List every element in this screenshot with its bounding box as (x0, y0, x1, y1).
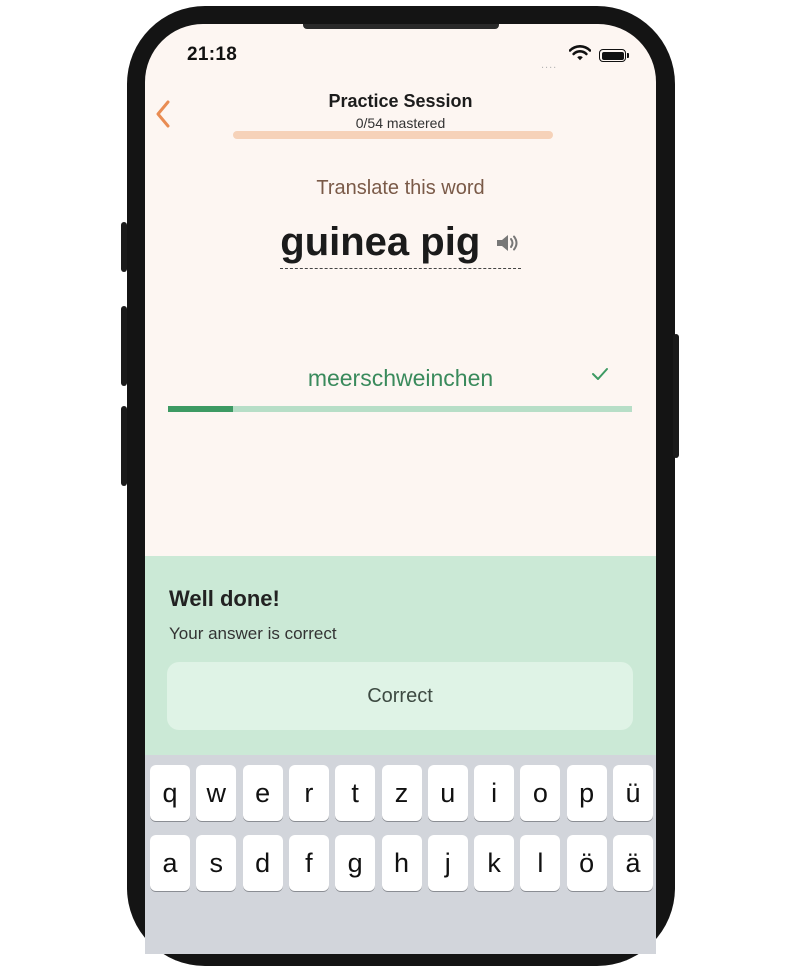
key-ö[interactable]: ö (566, 835, 607, 891)
key-f[interactable]: f (288, 835, 329, 891)
key-w[interactable]: w (196, 765, 237, 821)
power-button (673, 334, 679, 458)
mastered-count: 0/54 mastered (355, 115, 446, 131)
volume-down-button (121, 406, 127, 486)
key-j[interactable]: j (427, 835, 468, 891)
key-z[interactable]: z (381, 765, 422, 821)
answer-progress-fill (168, 406, 233, 412)
feedback-panel: Well done! Your answer is correct Correc… (145, 556, 656, 776)
target-word: guinea pig (280, 220, 481, 264)
key-d[interactable]: d (242, 835, 283, 891)
key-ü[interactable]: ü (613, 765, 653, 821)
speaker-icon[interactable] (495, 232, 521, 254)
key-p[interactable]: p (566, 765, 607, 821)
instruction-label: Translate this word (316, 177, 485, 199)
feedback-message: Your answer is correct (169, 624, 337, 643)
checkmark-icon (592, 368, 608, 380)
key-q[interactable]: q (150, 765, 190, 821)
key-g[interactable]: g (335, 835, 376, 891)
signal-icon: .... (541, 59, 558, 71)
session-progress-bar (233, 131, 553, 139)
key-ä[interactable]: ä (613, 835, 653, 891)
volume-up-button (121, 306, 127, 386)
word-underline[interactable]: guinea pig (280, 216, 521, 270)
key-t[interactable]: t (335, 765, 376, 821)
page-title: Practice Session (328, 91, 473, 111)
wifi-icon (569, 45, 591, 61)
notch (303, 24, 499, 29)
key-l[interactable]: l (520, 835, 561, 891)
key-e[interactable]: e (242, 765, 283, 821)
key-h[interactable]: h (381, 835, 422, 891)
word-container: guinea pig (145, 216, 656, 270)
key-a[interactable]: a (150, 835, 190, 891)
battery-icon (599, 49, 629, 62)
key-r[interactable]: r (288, 765, 329, 821)
feedback-title: Well done! (169, 586, 280, 611)
keyboard: qwertzuiopü asdfghjklöä (145, 755, 656, 954)
key-i[interactable]: i (474, 765, 515, 821)
answer-progress-bar (168, 406, 632, 412)
screen: 21:18 .... Practice Session 0/54 mastere… (145, 24, 656, 954)
correct-button[interactable]: Correct (167, 662, 633, 730)
key-u[interactable]: u (427, 765, 468, 821)
status-time: 21:18 (187, 44, 238, 65)
key-k[interactable]: k (474, 835, 515, 891)
answer-input[interactable]: meerschweinchen (145, 365, 656, 392)
key-s[interactable]: s (196, 835, 237, 891)
key-o[interactable]: o (520, 765, 561, 821)
mute-switch (121, 222, 127, 272)
